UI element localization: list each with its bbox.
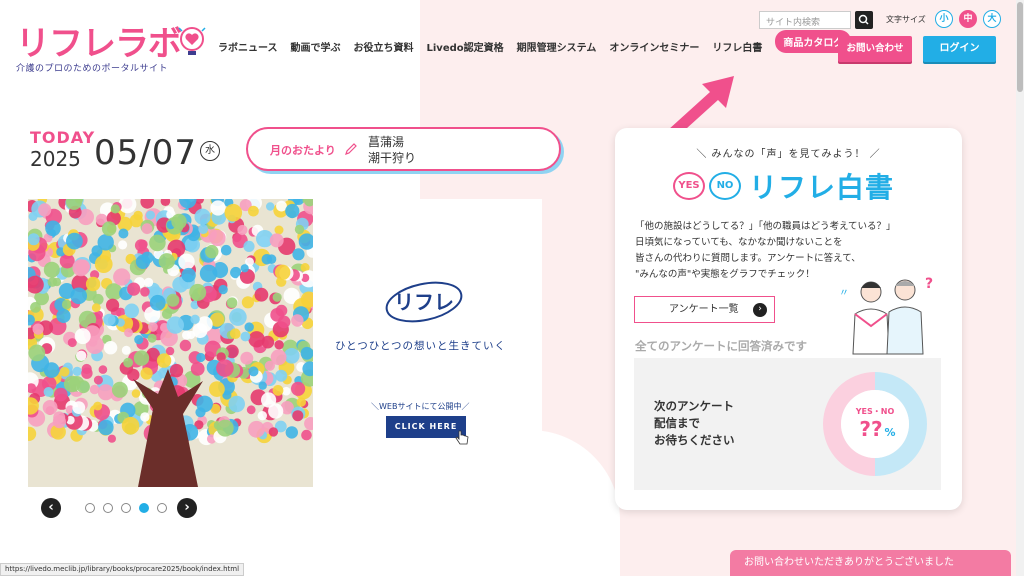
carousel-dot[interactable] (121, 503, 131, 513)
hakusho-subtitle: ＼ みんなの「声」を見てみよう！ ／ (696, 149, 881, 160)
hand-cursor-icon (455, 430, 469, 445)
donut-label: YES・NO (855, 407, 895, 416)
next-survey-text: 次のアンケート 配信まで お待ちください (654, 398, 735, 449)
nav-labo-news[interactable]: ラボニュース (218, 39, 278, 54)
thanks-toast[interactable]: お問い合わせいただきありがとうございました (730, 550, 1011, 576)
font-size-label: 文字サイズ (886, 15, 926, 24)
next-survey-box: 次のアンケート 配信まで お待ちください YES・NO ?? % (634, 358, 941, 490)
nav-expiry-system[interactable]: 期限管理システム (517, 39, 597, 54)
donut-value: ?? (859, 417, 882, 441)
nav-online-seminar[interactable]: オンラインセミナー (609, 39, 699, 54)
nav-videos[interactable]: 動画で学ぶ (291, 39, 341, 54)
monthly-letter-topics: 菖蒲湯 潮干狩り (368, 134, 416, 166)
all-answered-text: 全てのアンケートに回答済みです (635, 339, 808, 353)
carousel-dot-active[interactable] (139, 503, 149, 513)
hakusho-card: ＼ みんなの「声」を見てみよう！ ／ YES NO リフレ白書 「他の施設はどう… (615, 128, 962, 510)
carousel-dot[interactable] (157, 503, 167, 513)
date-text: 05/07 (94, 133, 197, 173)
nav-resources[interactable]: お役立ち資料 (354, 39, 414, 54)
year-text: 2025 (30, 147, 81, 171)
monthly-letter-label: 月のおたより (270, 144, 336, 157)
lightbulb-heart-icon (178, 27, 206, 55)
topic-item: 潮干狩り (368, 151, 417, 165)
logo-text: リフレラボ (16, 24, 182, 64)
carousel-prev-button[interactable]: ‹ (41, 498, 61, 518)
web-label: ＼WEBサイトにて公開中／ (371, 402, 470, 411)
carousel-dot[interactable] (85, 503, 95, 513)
description-line: 皆さんの代わりに質問します。アンケートに答えて、 (635, 253, 861, 264)
carousel-controls: ‹ › (41, 498, 197, 518)
hakusho-title[interactable]: YES NO リフレ白書 (673, 166, 894, 206)
description-line: 日頃気になっていても、なかなか聞けないことを (635, 237, 843, 248)
font-size-small-button[interactable]: 小 (935, 10, 953, 28)
scroll-thumb[interactable] (1017, 2, 1023, 92)
login-button[interactable]: ログイン (923, 36, 996, 62)
brand-tagline: ひとつひとつの想いと生きていく (335, 340, 507, 352)
no-bubble-icon: NO (709, 172, 741, 200)
status-bar-url: https://livedo.meclib.jp/library/books/p… (0, 563, 245, 576)
tree-artwork-image (28, 199, 313, 487)
font-size-large-button[interactable]: 大 (983, 10, 1001, 28)
carousel-next-button[interactable]: › (177, 498, 197, 518)
donut-unit: % (884, 426, 895, 439)
staff-illustration: ? 〃 (839, 276, 933, 355)
arrow-right-icon: › (753, 303, 767, 317)
today-label: TODAY (30, 128, 96, 147)
yes-no-donut-chart: YES・NO ?? % (823, 372, 927, 476)
svg-text:〃: 〃 (839, 288, 849, 299)
scrollbar[interactable] (1016, 0, 1024, 576)
hero-banner[interactable]: リフレ ひとつひとつの想いと生きていく ＼WEBサイトにて公開中／ CLICK … (28, 199, 542, 487)
brand-logo: リフレ (385, 281, 463, 323)
survey-list-label: アンケート一覧 (669, 304, 739, 315)
brand-logo-text: リフレ (394, 290, 454, 314)
hakusho-title-text: リフレ白書 (749, 171, 895, 204)
svg-text:?: ? (925, 276, 933, 292)
search-icon (858, 14, 869, 25)
description-line: 「他の施設はどうしてる？」「他の職員はどう考えている？」 (635, 221, 896, 232)
carousel-dot[interactable] (103, 503, 113, 513)
weekday-badge: 水 (200, 141, 220, 161)
site-logo[interactable]: リフレラボ 介護のプロのためのポータルサイト (16, 24, 206, 74)
nav-hakusho[interactable]: リフレ白書 (712, 39, 762, 54)
pencil-icon (345, 143, 357, 155)
next-survey-line: 次のアンケート (654, 399, 735, 413)
logo-subtitle: 介護のプロのためのポータルサイト (16, 64, 169, 74)
next-survey-line: 配信まで (654, 416, 700, 430)
search-button[interactable] (855, 11, 873, 29)
main-nav: ラボニュース 動画で学ぶ お役立ち資料 Livedo認定資格 期限管理システム … (218, 30, 864, 54)
monthly-letter-box[interactable]: 月のおたより 菖蒲湯 潮干狩り (246, 127, 561, 171)
topic-item: 菖蒲湯 (368, 135, 405, 149)
survey-list-button[interactable]: アンケート一覧 › (634, 296, 775, 323)
next-survey-line: お待ちください (654, 433, 735, 447)
nav-livedo-cert[interactable]: Livedo認定資格 (427, 39, 504, 54)
font-size-medium-button[interactable]: 中 (959, 10, 977, 28)
yes-bubble-icon: YES (673, 172, 705, 200)
search-input[interactable]: サイト内検索 (759, 11, 851, 29)
contact-button[interactable]: お問い合わせ (838, 36, 912, 62)
